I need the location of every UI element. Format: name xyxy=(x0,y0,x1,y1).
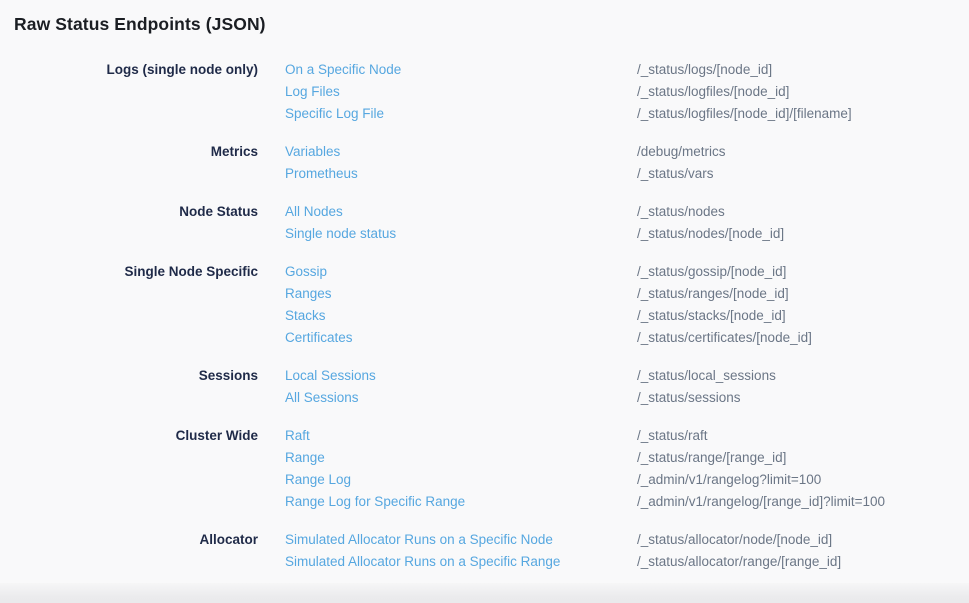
endpoint-path: /_status/local_sessions xyxy=(637,365,969,387)
endpoint-row: Stacks /_status/stacks/[node_id] xyxy=(285,305,969,327)
endpoint-row: Single node status /_status/nodes/[node_… xyxy=(285,223,969,245)
endpoint-group: Logs (single node only) On a Specific No… xyxy=(0,59,969,125)
endpoint-link[interactable]: Range Log for Specific Range xyxy=(285,491,637,513)
endpoint-row: All Nodes /_status/nodes xyxy=(285,201,969,223)
category-label: Metrics xyxy=(0,141,258,185)
entry-list: All Nodes /_status/nodes Single node sta… xyxy=(285,201,969,245)
endpoint-link[interactable]: Simulated Allocator Runs on a Specific N… xyxy=(285,529,637,551)
endpoint-link[interactable]: All Sessions xyxy=(285,387,637,409)
endpoint-link[interactable]: All Nodes xyxy=(285,201,637,223)
endpoint-group: Cluster Wide Raft /_status/raft Range /_… xyxy=(0,425,969,513)
endpoint-link[interactable]: Simulated Allocator Runs on a Specific R… xyxy=(285,551,637,573)
endpoint-path: /_status/logs/[node_id] xyxy=(637,59,969,81)
endpoint-group: Allocator Simulated Allocator Runs on a … xyxy=(0,529,969,573)
endpoint-link[interactable]: Variables xyxy=(285,141,637,163)
endpoint-row: Simulated Allocator Runs on a Specific N… xyxy=(285,529,969,551)
endpoint-group: Single Node Specific Gossip /_status/gos… xyxy=(0,261,969,349)
endpoint-path: /debug/metrics xyxy=(637,141,969,163)
footer-band xyxy=(0,583,969,603)
endpoint-link[interactable]: On a Specific Node xyxy=(285,59,637,81)
endpoint-path: /_status/certificates/[node_id] xyxy=(637,327,969,349)
endpoint-path: /_admin/v1/rangelog/[range_id]?limit=100 xyxy=(637,491,969,513)
endpoint-path: /_status/nodes/[node_id] xyxy=(637,223,969,245)
category-label: Node Status xyxy=(0,201,258,245)
endpoint-group: Node Status All Nodes /_status/nodes Sin… xyxy=(0,201,969,245)
endpoint-link[interactable]: Prometheus xyxy=(285,163,637,185)
entry-list: Variables /debug/metrics Prometheus /_st… xyxy=(285,141,969,185)
endpoint-path: /_status/stacks/[node_id] xyxy=(637,305,969,327)
endpoint-row: Specific Log File /_status/logfiles/[nod… xyxy=(285,103,969,125)
endpoint-link[interactable]: Range Log xyxy=(285,469,637,491)
endpoint-link[interactable]: Single node status xyxy=(285,223,637,245)
endpoint-link[interactable]: Stacks xyxy=(285,305,637,327)
endpoint-row: On a Specific Node /_status/logs/[node_i… xyxy=(285,59,969,81)
endpoint-row: Local Sessions /_status/local_sessions xyxy=(285,365,969,387)
entry-list: Raft /_status/raft Range /_status/range/… xyxy=(285,425,969,513)
endpoint-path: /_status/allocator/node/[node_id] xyxy=(637,529,969,551)
endpoint-path: /_status/nodes xyxy=(637,201,969,223)
endpoint-row: Simulated Allocator Runs on a Specific R… xyxy=(285,551,969,573)
endpoint-link[interactable]: Gossip xyxy=(285,261,637,283)
endpoint-path: /_status/range/[range_id] xyxy=(637,447,969,469)
endpoint-row: Range /_status/range/[range_id] xyxy=(285,447,969,469)
endpoint-link[interactable]: Certificates xyxy=(285,327,637,349)
endpoint-path: /_admin/v1/rangelog?limit=100 xyxy=(637,469,969,491)
page-title: Raw Status Endpoints (JSON) xyxy=(14,12,969,36)
endpoint-group: Metrics Variables /debug/metrics Prometh… xyxy=(0,141,969,185)
entry-list: On a Specific Node /_status/logs/[node_i… xyxy=(285,59,969,125)
category-label: Sessions xyxy=(0,365,258,409)
endpoint-row: Log Files /_status/logfiles/[node_id] xyxy=(285,81,969,103)
endpoint-row: Gossip /_status/gossip/[node_id] xyxy=(285,261,969,283)
category-label: Allocator xyxy=(0,529,258,573)
endpoint-row: Variables /debug/metrics xyxy=(285,141,969,163)
category-label: Logs (single node only) xyxy=(0,59,258,125)
endpoint-link[interactable]: Log Files xyxy=(285,81,637,103)
endpoint-link[interactable]: Specific Log File xyxy=(285,103,637,125)
endpoint-link[interactable]: Raft xyxy=(285,425,637,447)
category-label: Single Node Specific xyxy=(0,261,258,349)
endpoint-path: /_status/ranges/[node_id] xyxy=(637,283,969,305)
endpoint-row: Prometheus /_status/vars xyxy=(285,163,969,185)
endpoint-row: Certificates /_status/certificates/[node… xyxy=(285,327,969,349)
endpoint-path: /_status/sessions xyxy=(637,387,969,409)
endpoint-link[interactable]: Ranges xyxy=(285,283,637,305)
entry-list: Gossip /_status/gossip/[node_id] Ranges … xyxy=(285,261,969,349)
endpoint-row: Range Log for Specific Range /_admin/v1/… xyxy=(285,491,969,513)
entry-list: Local Sessions /_status/local_sessions A… xyxy=(285,365,969,409)
category-label: Cluster Wide xyxy=(0,425,258,513)
endpoint-row: Ranges /_status/ranges/[node_id] xyxy=(285,283,969,305)
endpoint-row: Range Log /_admin/v1/rangelog?limit=100 xyxy=(285,469,969,491)
endpoint-path: /_status/logfiles/[node_id]/[filename] xyxy=(637,103,969,125)
endpoint-groups: Logs (single node only) On a Specific No… xyxy=(0,59,969,573)
endpoint-path: /_status/vars xyxy=(637,163,969,185)
entry-list: Simulated Allocator Runs on a Specific N… xyxy=(285,529,969,573)
endpoint-row: Raft /_status/raft xyxy=(285,425,969,447)
endpoint-path: /_status/gossip/[node_id] xyxy=(637,261,969,283)
endpoint-path: /_status/allocator/range/[range_id] xyxy=(637,551,969,573)
endpoint-group: Sessions Local Sessions /_status/local_s… xyxy=(0,365,969,409)
endpoint-path: /_status/raft xyxy=(637,425,969,447)
endpoint-row: All Sessions /_status/sessions xyxy=(285,387,969,409)
endpoint-path: /_status/logfiles/[node_id] xyxy=(637,81,969,103)
endpoint-link[interactable]: Range xyxy=(285,447,637,469)
content-area: Raw Status Endpoints (JSON) Logs (single… xyxy=(0,0,969,583)
endpoint-link[interactable]: Local Sessions xyxy=(285,365,637,387)
